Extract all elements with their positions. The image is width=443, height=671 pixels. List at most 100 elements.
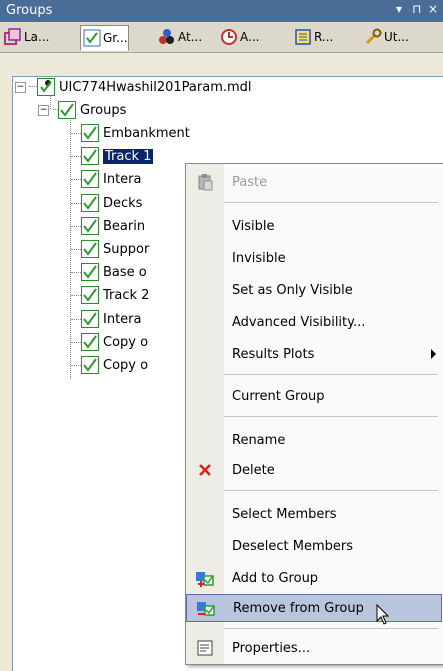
menu-item-properties[interactable]: Properties...: [186, 634, 442, 662]
tree-group-item[interactable]: Intera: [81, 309, 141, 329]
menu-item-label: Paste: [232, 174, 268, 190]
mouse-cursor-icon: [376, 603, 390, 629]
collapse-toggle[interactable]: −: [15, 82, 26, 93]
tree-connector: [71, 272, 81, 273]
submenu-arrow-icon: [431, 349, 436, 359]
tab-label: Gr...: [103, 31, 128, 45]
tree-connector: [71, 203, 81, 204]
tree-connector: [71, 133, 81, 134]
menu-item-rename[interactable]: Rename: [186, 426, 442, 454]
menu-item-label: Set as Only Visible: [232, 282, 353, 298]
panel-title: Groups: [6, 3, 53, 18]
check-icon[interactable]: [81, 124, 99, 142]
tree-group-item[interactable]: Copy o: [81, 332, 148, 352]
tree-group-item[interactable]: Base o: [81, 262, 147, 282]
check-icon[interactable]: [81, 147, 99, 165]
panel-titlebar: Groups ▾ ⊓ ×: [0, 0, 443, 22]
tab-label: La...: [24, 30, 50, 44]
check-icon[interactable]: [81, 217, 99, 235]
menu-item-current-group[interactable]: Current Group: [186, 382, 442, 410]
tree-connector: [71, 295, 81, 296]
tree-connector: [71, 179, 81, 180]
tab-bar: La... Gr... At... A... R... Ut...: [0, 22, 443, 53]
collapse-toggle[interactable]: −: [38, 105, 49, 116]
menu-item-advanced-visibility[interactable]: Advanced Visibility...: [186, 308, 442, 336]
check-icon[interactable]: [81, 240, 99, 258]
menu-item-visible[interactable]: Visible: [186, 212, 442, 240]
menu-item-label: Visible: [232, 218, 275, 234]
check-icon[interactable]: [81, 310, 99, 328]
menu-separator: [224, 490, 438, 491]
tree-groups-row[interactable]: Groups: [58, 100, 126, 120]
menu-separator: [224, 202, 438, 203]
menu-item-label: Add to Group: [232, 570, 319, 586]
tree-groups-label: Groups: [80, 102, 127, 118]
layers-icon: [4, 28, 22, 46]
groups-icon: [83, 29, 101, 47]
menu-item-label: Current Group: [232, 388, 325, 404]
tree-group-item[interactable]: Embankment: [81, 123, 190, 143]
menu-item-deselect-members[interactable]: Deselect Members: [186, 532, 442, 560]
model-check-icon[interactable]: [37, 78, 55, 96]
tree-root-label: UIC774Hwashil201Param.mdl: [59, 79, 252, 95]
dropdown-icon[interactable]: ▾: [396, 2, 402, 16]
check-icon[interactable]: [81, 356, 99, 374]
tree-connector: [29, 86, 37, 87]
pin-icon[interactable]: ⊓: [412, 2, 421, 16]
delete-icon: [194, 459, 216, 481]
menu-item-select-members[interactable]: Select Members: [186, 500, 442, 528]
menu-item-label: Advanced Visibility...: [232, 314, 366, 330]
check-icon[interactable]: [81, 333, 99, 351]
menu-separator: [224, 416, 438, 417]
check-icon[interactable]: [81, 263, 99, 281]
tab-groups[interactable]: Gr...: [80, 25, 129, 51]
tab-analysis[interactable]: A...: [218, 25, 259, 49]
analysis-icon: [220, 28, 238, 46]
menu-item-label: Results Plots: [232, 346, 315, 362]
tree-item-label: Base o: [103, 264, 147, 280]
check-icon[interactable]: [81, 170, 99, 188]
tree-item-label: Copy o: [103, 334, 149, 350]
tab-label: R...: [314, 30, 334, 44]
tree-connector: [71, 226, 81, 227]
tab-utilities[interactable]: Ut...: [362, 25, 409, 49]
check-icon[interactable]: [58, 101, 76, 119]
menu-item-label: Properties...: [232, 640, 311, 656]
tree-group-item[interactable]: Track 1: [81, 146, 154, 166]
menu-item-results-plots[interactable]: Results Plots: [186, 340, 442, 368]
menu-item-label: Delete: [232, 462, 275, 478]
menu-item-remove-from-group[interactable]: Remove from Group: [186, 594, 442, 622]
tree-group-item[interactable]: Suppor: [81, 239, 149, 259]
tree-group-item[interactable]: Intera: [81, 169, 141, 189]
menu-item-label: Remove from Group: [233, 600, 364, 616]
menu-item-paste[interactable]: Paste: [186, 168, 442, 196]
tree-connector: [71, 156, 81, 157]
check-icon[interactable]: [81, 194, 99, 212]
tree-root-row[interactable]: UIC774Hwashil201Param.mdl: [37, 77, 252, 97]
close-icon[interactable]: ×: [428, 2, 438, 16]
menu-item-add-to-group[interactable]: Add to Group: [186, 564, 442, 592]
tab-label: At...: [178, 30, 203, 44]
tree-connector: [71, 342, 81, 343]
tree-item-label: Track 1: [103, 148, 154, 164]
tab-layers[interactable]: La...: [2, 25, 49, 49]
tree-group-item[interactable]: Copy o: [81, 355, 148, 375]
tree-group-item[interactable]: Track 2: [81, 285, 149, 305]
menu-item-delete[interactable]: Delete: [186, 456, 442, 484]
menu-separator: [224, 628, 438, 629]
tree-group-item[interactable]: Decks: [81, 193, 142, 213]
menu-item-label: Rename: [232, 432, 286, 448]
tree-item-label: Intera: [103, 171, 142, 187]
tree-item-label: Suppor: [103, 241, 150, 257]
menu-item-only-visible[interactable]: Set as Only Visible: [186, 276, 442, 304]
context-menu: Paste Visible Invisible Set as Only Visi…: [185, 163, 443, 665]
tree-item-label: Decks: [103, 195, 143, 211]
tab-results[interactable]: R...: [292, 25, 333, 49]
menu-item-invisible[interactable]: Invisible: [186, 244, 442, 272]
check-icon[interactable]: [81, 286, 99, 304]
attributes-icon: [158, 28, 176, 46]
tree-item-label: Bearin: [103, 218, 146, 234]
tab-attributes[interactable]: At...: [156, 25, 202, 49]
tree-group-item[interactable]: Bearin: [81, 216, 145, 236]
menu-item-label: Invisible: [232, 250, 286, 266]
